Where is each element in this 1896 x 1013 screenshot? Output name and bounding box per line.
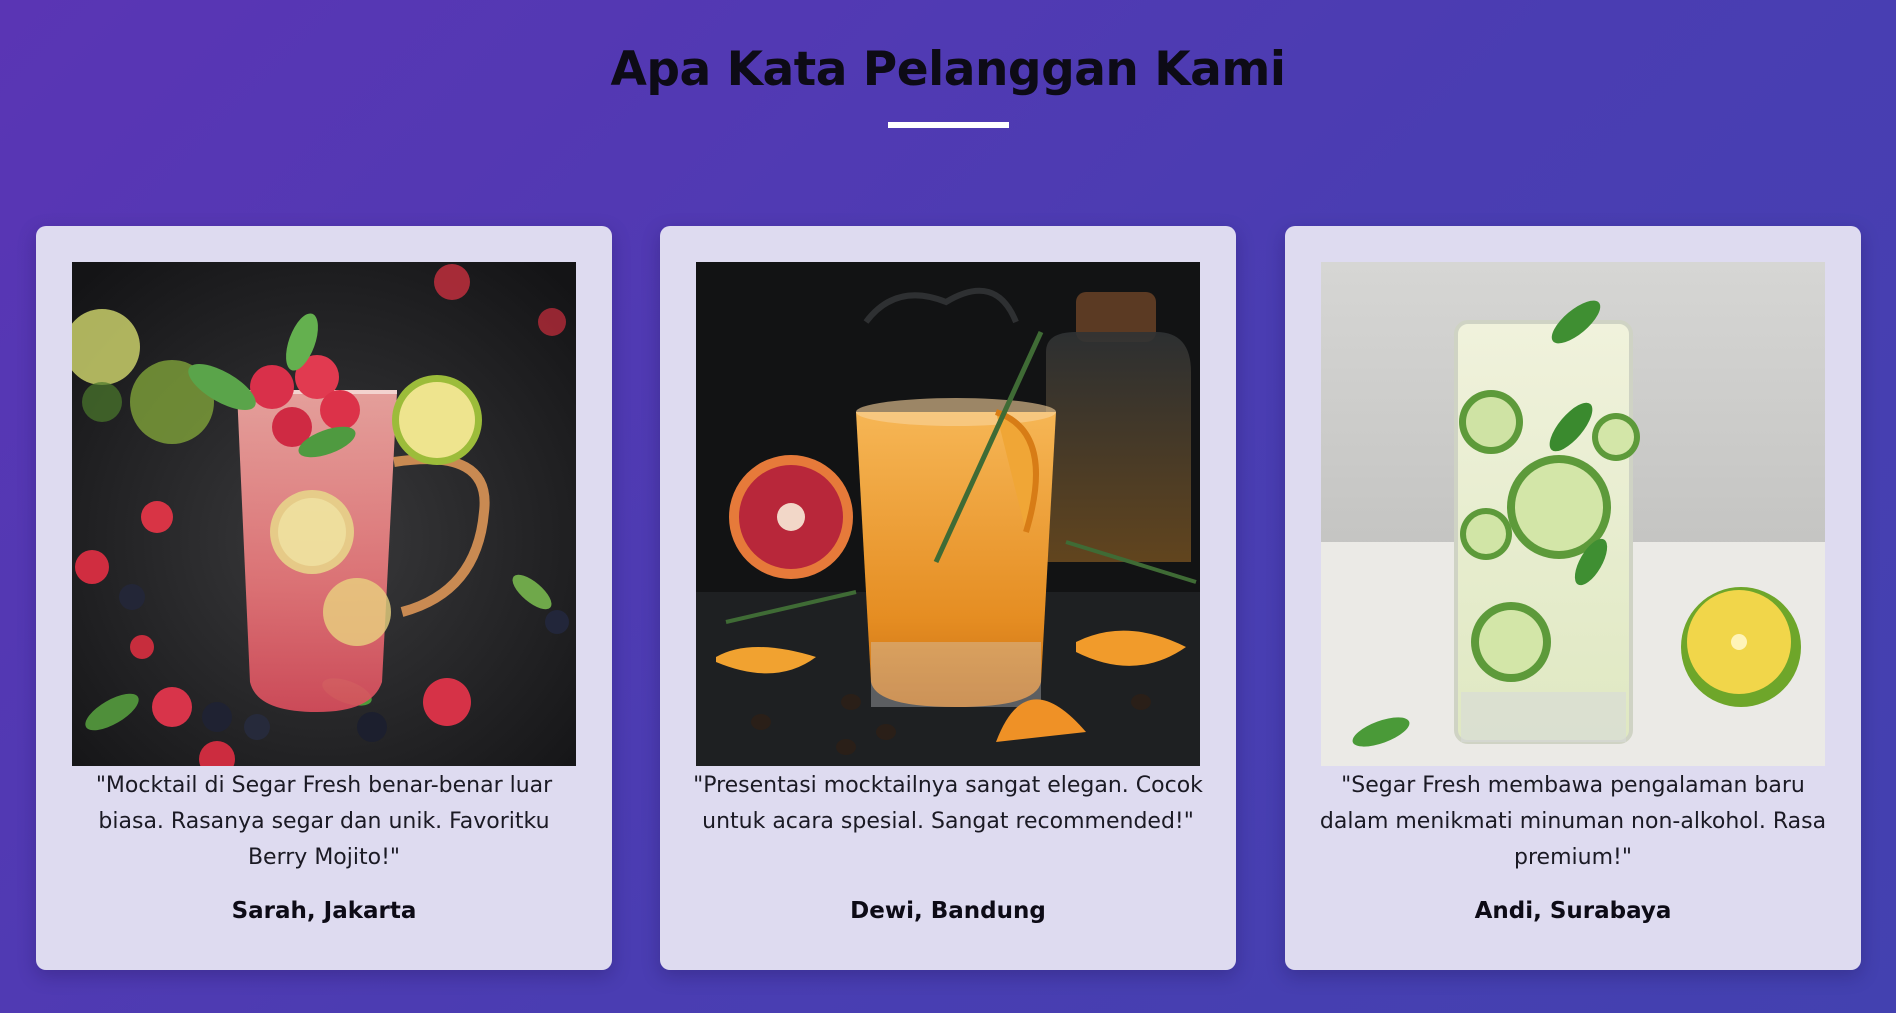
testimonial-author: Sarah, Jakarta	[231, 898, 417, 924]
title-underline	[888, 122, 1009, 128]
testimonial-author: Dewi, Bandung	[850, 898, 1046, 924]
testimonial-author: Andi, Surabaya	[1474, 898, 1672, 924]
testimonial-card: "Segar Fresh membawa pengalaman baru dal…	[1285, 226, 1861, 970]
testimonial-quote: "Segar Fresh membawa pengalaman baru dal…	[1319, 773, 1827, 870]
testimonial-quote: "Presentasi mocktailnya sangat elegan. C…	[693, 773, 1203, 834]
cucumber-lime-drink-photo	[1321, 262, 1825, 766]
testimonial-quote: "Mocktail di Segar Fresh benar-benar lua…	[95, 773, 553, 870]
orange-rosemary-drink-photo	[696, 262, 1200, 766]
section-title: Apa Kata Pelanggan Kami	[610, 42, 1286, 97]
berry-mojito-photo	[72, 262, 576, 766]
testimonial-card: "Presentasi mocktailnya sangat elegan. C…	[660, 226, 1236, 970]
testimonial-card: "Mocktail di Segar Fresh benar-benar lua…	[36, 226, 612, 970]
